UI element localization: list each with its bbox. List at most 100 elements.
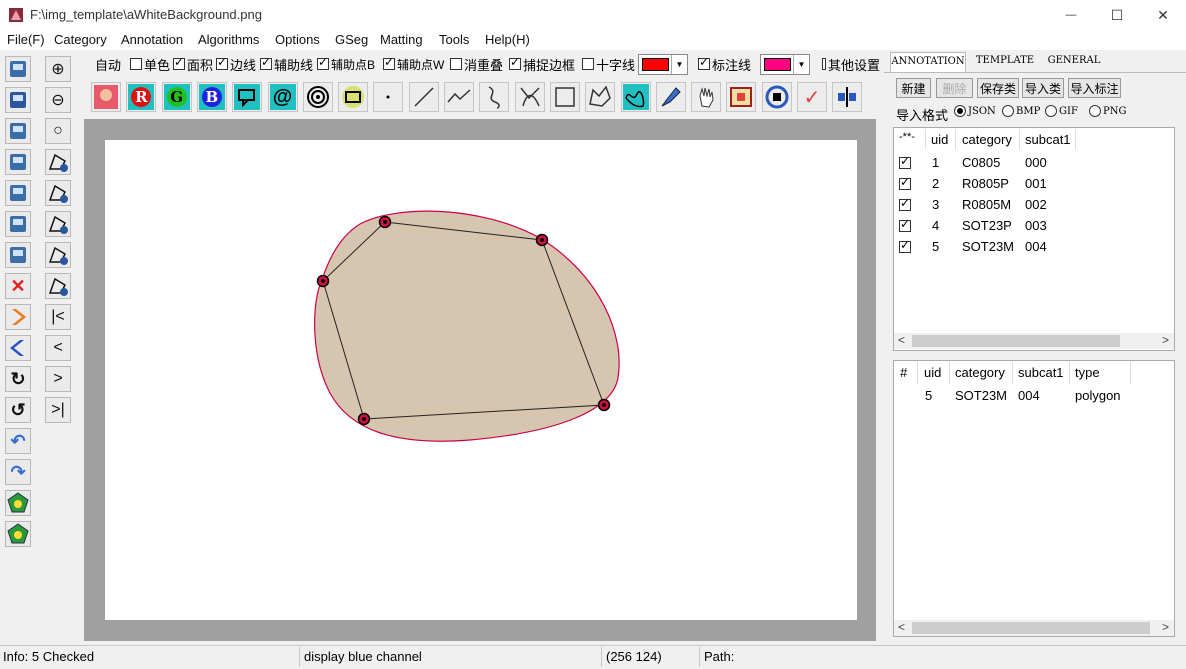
bezier-icon[interactable] [514, 82, 545, 112]
import-category-button[interactable]: 导入类 [1022, 78, 1064, 98]
circle-icon[interactable]: ○ [45, 118, 71, 144]
check-snap-border[interactable]: 捕捉边框 [509, 55, 575, 73]
node-box-icon[interactable] [338, 82, 369, 112]
menu-category[interactable]: Category [54, 32, 107, 47]
next-icon[interactable] [5, 304, 31, 330]
forward-icon[interactable]: ↷ [5, 459, 31, 485]
shape-add-icon[interactable] [45, 180, 71, 206]
format-png[interactable]: PNG [1089, 105, 1126, 117]
b-channel-icon[interactable]: B [196, 82, 227, 112]
checkbox-other-settings[interactable] [822, 58, 826, 70]
polygon-add-icon[interactable] [45, 149, 71, 175]
tab-annotation[interactable]: ANNOTATION [890, 52, 966, 72]
format-bmp[interactable]: BMP [1002, 105, 1040, 117]
checkbox-crosshair[interactable] [582, 58, 594, 70]
split-icon[interactable] [832, 82, 863, 112]
checkbox-snap-border[interactable] [509, 55, 521, 70]
line-icon[interactable] [408, 82, 439, 112]
scroll-thumb[interactable] [912, 622, 1150, 634]
color2-combo[interactable]: ▼ [760, 54, 810, 75]
check-aux-line[interactable]: 辅助线 [260, 55, 313, 73]
header-category[interactable]: category [962, 132, 1012, 147]
menu-help[interactable]: Help(H) [485, 32, 530, 47]
ann-header-num[interactable]: # [900, 365, 907, 380]
back-icon[interactable]: ↶ [5, 428, 31, 454]
record-icon[interactable] [761, 82, 792, 112]
checkbox-aux-point-w[interactable] [383, 55, 395, 70]
redo-icon[interactable]: ↻ [5, 366, 31, 392]
checkbox-mark-line[interactable] [698, 55, 710, 70]
point-icon[interactable] [373, 82, 404, 112]
undo-icon[interactable]: ↺ [5, 397, 31, 423]
checkbox-mono[interactable] [130, 58, 142, 70]
save-icon[interactable] [5, 87, 31, 113]
scroll-thumb[interactable] [912, 335, 1120, 347]
check-edge[interactable]: 边线 [216, 55, 256, 73]
ann-header-category[interactable]: category [955, 365, 1005, 380]
checkbox-area[interactable] [173, 55, 185, 70]
format-json[interactable]: JSON [954, 105, 996, 117]
menu-file[interactable]: File(F) [7, 32, 45, 47]
radio-gif[interactable] [1045, 105, 1057, 117]
check-crosshair[interactable]: 十字线 [582, 55, 635, 73]
check-aux-point-b[interactable]: 辅助点B [317, 55, 375, 73]
at-icon[interactable]: @ [267, 82, 298, 112]
path-icon[interactable] [45, 242, 71, 268]
row-checkbox[interactable] [899, 238, 911, 253]
curve-icon[interactable] [479, 82, 510, 112]
menu-annotation[interactable]: Annotation [121, 32, 183, 47]
scroll-right-icon[interactable]: > [1162, 333, 1169, 347]
checkbox-aux-line[interactable] [260, 55, 272, 70]
tab-general[interactable]: GENERAL [1044, 52, 1104, 72]
check-mono[interactable]: 单色 [130, 55, 170, 73]
g-channel-icon[interactable]: G [161, 82, 192, 112]
zoom-out-icon[interactable]: ⊖ [45, 87, 71, 113]
ann-header-type[interactable]: type [1075, 365, 1100, 380]
prev-icon[interactable]: < [45, 335, 71, 361]
minimize-button[interactable]: — [1048, 0, 1094, 30]
menu-algorithms[interactable]: Algorithms [198, 32, 259, 47]
annotation-hscrollbar[interactable]: < > [894, 620, 1174, 636]
first-icon[interactable]: |< [45, 304, 71, 330]
speech-bubble-icon[interactable] [232, 82, 263, 112]
menu-tools[interactable]: Tools [439, 32, 469, 47]
point-add-icon[interactable] [45, 273, 71, 299]
check-aux-point-w[interactable]: 辅助点W [383, 55, 444, 73]
menu-gseg[interactable]: GSeg [335, 32, 368, 47]
open-icon[interactable] [5, 56, 31, 82]
check-mark-line[interactable]: 标注线 [698, 55, 751, 73]
image-frame-icon[interactable] [726, 82, 757, 112]
last-icon[interactable]: >| [45, 397, 71, 423]
row-checkbox[interactable] [899, 175, 911, 190]
tab-template[interactable]: TEMPLATE [972, 52, 1038, 72]
scroll-right-icon[interactable]: > [1162, 620, 1169, 634]
zoom-in-icon[interactable]: ⊕ [45, 56, 71, 82]
close-button[interactable]: ✕ [1140, 0, 1186, 30]
checkbox-aux-point-b[interactable] [317, 55, 329, 70]
brush-icon[interactable] [655, 82, 686, 112]
radio-png[interactable] [1089, 105, 1101, 117]
check-dedupe[interactable]: 消重叠 [450, 55, 503, 73]
chevron-down-icon[interactable]: ▼ [671, 55, 687, 74]
row-checkbox[interactable] [899, 154, 911, 169]
flip-icon[interactable] [5, 211, 31, 237]
ann-header-uid[interactable]: uid [924, 365, 941, 380]
rect-add-icon[interactable] [45, 211, 71, 237]
delete-icon[interactable]: ✕ [5, 273, 31, 299]
polygon-icon[interactable] [585, 82, 616, 112]
new-button[interactable]: 新建 [896, 78, 931, 98]
row-checkbox[interactable] [899, 196, 911, 211]
check-icon[interactable]: ✓ [797, 82, 827, 112]
radio-bmp[interactable] [1002, 105, 1014, 117]
mirror-icon[interactable] [5, 242, 31, 268]
image-canvas[interactable] [105, 140, 857, 620]
check-other-settings[interactable]: 其他设置 [822, 55, 880, 73]
checkbox-edge[interactable] [216, 55, 228, 70]
delete-button[interactable]: 删除 [936, 78, 973, 98]
import-annotation-button[interactable]: 导入标注 [1068, 78, 1121, 98]
ann-header-subcat1[interactable]: subcat1 [1018, 365, 1064, 380]
hand-icon[interactable] [691, 82, 722, 112]
r-channel-icon[interactable]: R [126, 82, 157, 112]
export-icon[interactable] [5, 149, 31, 175]
menu-matting[interactable]: Matting [380, 32, 423, 47]
